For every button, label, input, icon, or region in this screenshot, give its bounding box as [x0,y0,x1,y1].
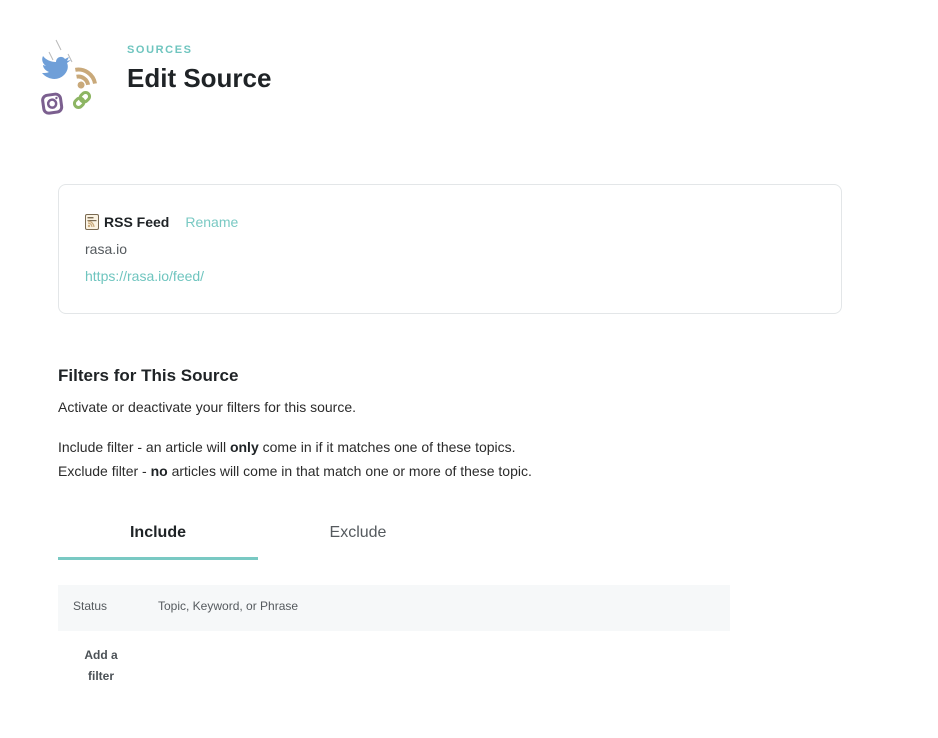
include-desc-emphasis: only [229,439,259,455]
filters-section-title: Filters for This Source [58,366,239,385]
rss-icon [74,67,97,89]
instagram-icon [41,92,64,115]
add-filter-button[interactable]: Add a filter [74,645,128,687]
page-title: Edit Source [127,63,272,93]
exclude-desc-emphasis: no [150,463,168,479]
edit-source-page: SOURCES Edit Source RSS Feed Rename rasa… [0,0,938,738]
filters-description: Activate or deactivate your filters for … [58,399,357,415]
include-desc-suffix: come in if it matches one of these topic… [258,439,516,455]
column-header-status: Status [73,599,108,613]
filters-table-header: Status Topic, Keyword, or Phrase [58,585,730,631]
tab-include[interactable]: Include [58,515,258,560]
source-domain: rasa.io [85,241,128,257]
breadcrumb: SOURCES [127,44,193,56]
rss-document-icon [85,214,99,230]
link-icon [72,90,92,110]
column-header-topic: Topic, Keyword, or Phrase [158,599,299,613]
source-card: RSS Feed Rename rasa.io https://rasa.io/… [58,184,842,314]
include-desc-prefix: Include filter - an article will [58,439,230,455]
tab-exclude[interactable]: Exclude [258,515,458,560]
sources-logo [38,38,104,118]
exclude-desc-suffix: articles will come in that match one or … [167,463,532,479]
include-filter-description: Include filter - an article will only co… [58,439,516,455]
exclude-desc-prefix: Exclude filter - [58,463,151,479]
source-url-link[interactable]: https://rasa.io/feed/ [85,268,204,284]
source-type-row: RSS Feed Rename [85,214,238,230]
exclude-filter-description: Exclude filter - no articles will come i… [58,463,532,479]
twitter-icon [42,56,71,79]
source-type-label: RSS Feed [104,214,170,230]
filter-tabs: Include Exclude [58,515,458,560]
rename-link[interactable]: Rename [185,214,238,230]
